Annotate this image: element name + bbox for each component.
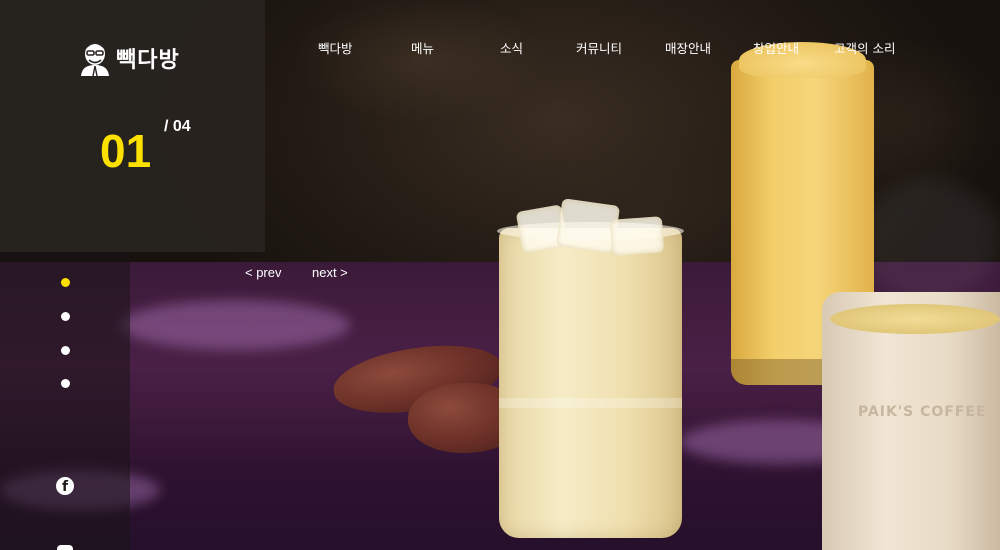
nav-item-news[interactable]: 소식: [500, 38, 523, 57]
nav-item-menu[interactable]: 메뉴: [411, 38, 434, 57]
pagination-dot-4[interactable]: [61, 379, 70, 388]
mug-print: PAIK'S COFFEE: [858, 404, 987, 420]
nav-item-franchise[interactable]: 창업안내: [753, 38, 799, 57]
nav-item-community[interactable]: 커뮤니티: [576, 38, 622, 57]
mug-drink-surface: [830, 304, 1000, 334]
pagination-dot-1[interactable]: [61, 278, 70, 287]
cloth-sheen: [120, 300, 350, 350]
pagination-dot-3[interactable]: [61, 346, 70, 355]
left-rail: [0, 252, 130, 550]
paiks-coffee-mug: PAIK'S COFFEE: [822, 292, 1000, 550]
brand-wordmark: 빽다방: [116, 48, 180, 73]
prev-button[interactable]: < prev: [245, 265, 282, 280]
slide-current-number: 01: [100, 125, 152, 177]
facebook-icon[interactable]: f: [56, 477, 74, 495]
steam: [860, 180, 1000, 300]
nav-item-customer-voice[interactable]: 고객의 소리: [834, 38, 895, 57]
founder-face-icon: [78, 40, 112, 77]
pagination-dot-2[interactable]: [61, 312, 70, 321]
nav-item-stores[interactable]: 매장안내: [665, 38, 711, 57]
ice-cube: [609, 216, 665, 256]
facebook-glyph: f: [62, 479, 69, 495]
next-button[interactable]: next >: [312, 265, 348, 280]
main-nav: 빽다방 메뉴 소식 커뮤니티 매장안내 창업안내 고객의 소리: [300, 38, 900, 58]
nav-item-paikdabang[interactable]: 빽다방: [318, 38, 353, 57]
logo-link[interactable]: 빽다방: [78, 40, 180, 77]
iced-latte-glass: [497, 198, 684, 538]
social-icon[interactable]: [57, 545, 73, 550]
glass-band: [499, 398, 682, 408]
slide-total: / 04: [164, 118, 191, 135]
